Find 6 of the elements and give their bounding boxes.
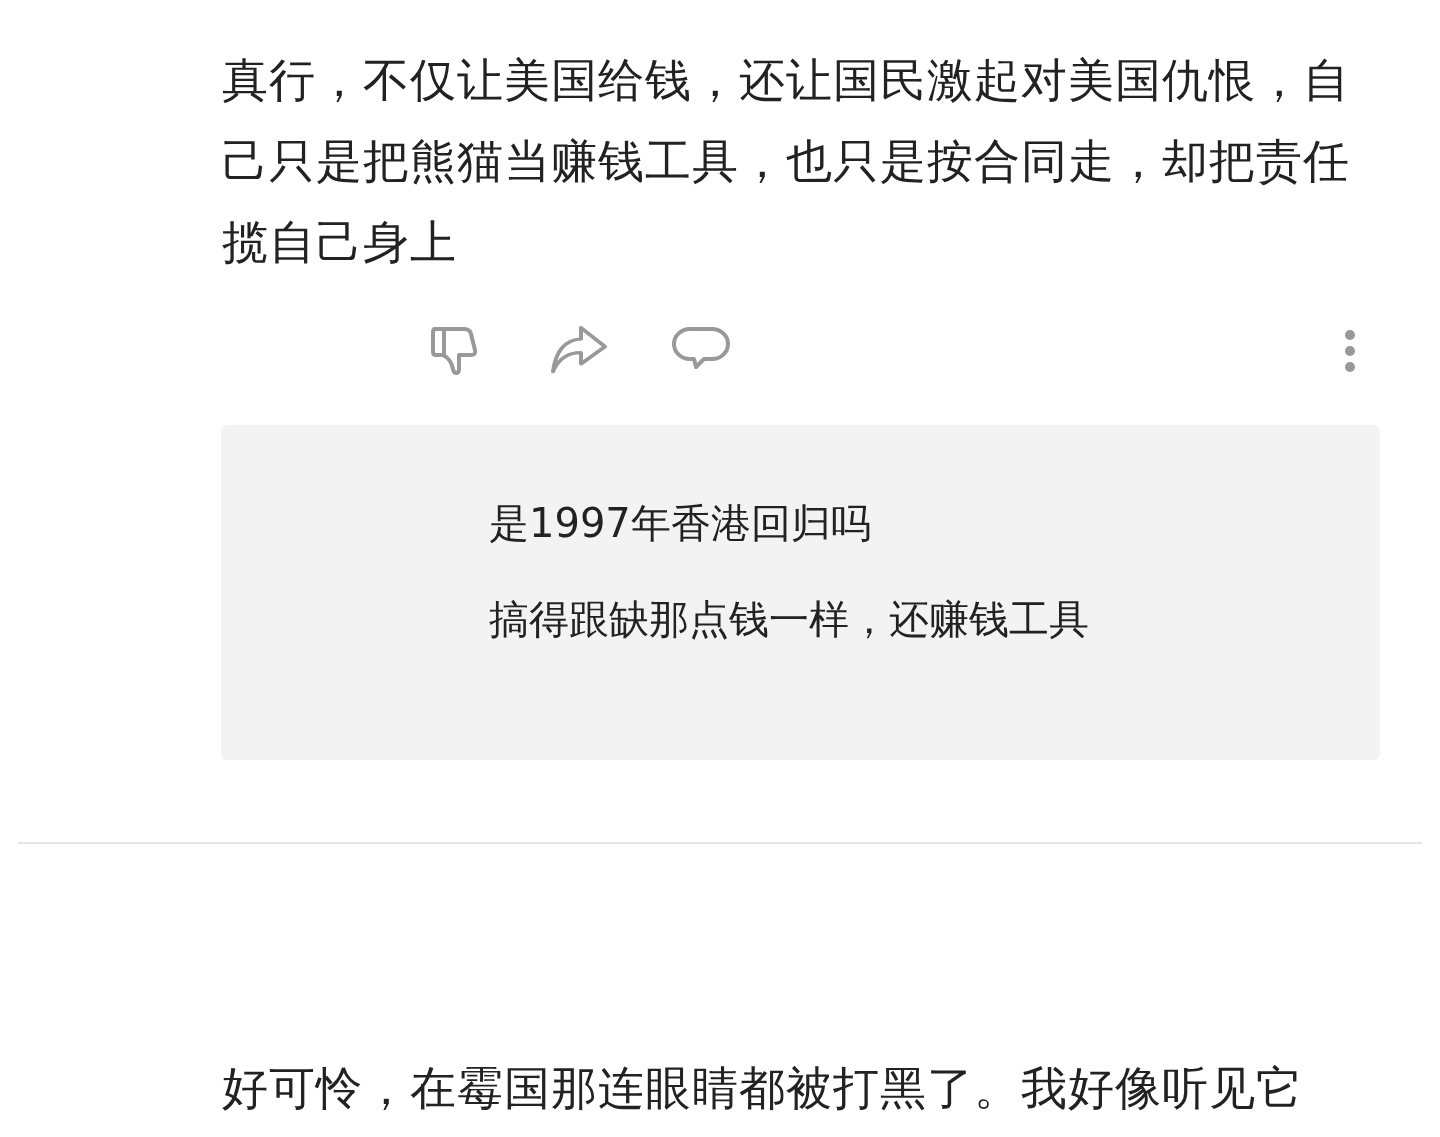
share-icon[interactable] — [550, 326, 608, 376]
more-icon[interactable] — [1344, 329, 1356, 373]
reply-text: 是1997年香港回归吗 — [489, 499, 872, 548]
comment-text: 好可怜，在霉国那连眼睛都被打黑了。我好像听见它 — [222, 1060, 1304, 1117]
reply-text: 搞得跟缺那点钱一样，还赚钱工具 — [489, 595, 1090, 644]
comment-text: 真行，不仅让美国给钱，还让国民激起对美国仇恨，自己只是把熊猫当赚钱工具，也只是按合同走，却把责任揽自己身上 — [222, 52, 1351, 271]
